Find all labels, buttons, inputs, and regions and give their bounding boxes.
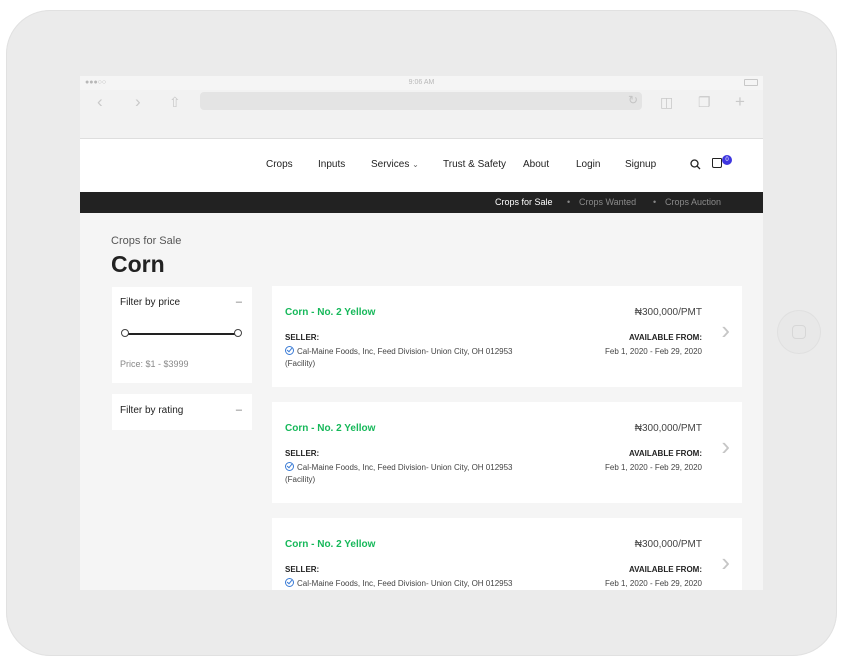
tabs-icon[interactable]: ❐ [698, 92, 711, 112]
listing-card[interactable]: Corn - No. 2 Yellow ₦300,000/PMT SELLER:… [272, 518, 742, 590]
nav-about[interactable]: About [523, 159, 549, 170]
battery-icon [744, 79, 758, 86]
available-label: AVAILABLE FROM: [628, 333, 702, 342]
back-icon[interactable]: ‹ [97, 92, 103, 112]
site-header: Crops Inputs Services ⌄ Trust & Safety A… [80, 139, 763, 192]
subnav-crops-for-sale[interactable]: Crops for Sale [495, 197, 553, 207]
collapse-icon[interactable]: – [236, 296, 242, 308]
reader-icon[interactable]: ◫ [660, 92, 673, 112]
verified-check-icon [285, 462, 294, 471]
seller-label: SELLER: [285, 449, 320, 458]
price-slider-min-handle[interactable] [121, 329, 129, 337]
chevron-right-icon[interactable]: › [721, 547, 730, 578]
chevron-right-icon[interactable]: › [721, 315, 730, 346]
available-dates: Feb 1, 2020 - Feb 29, 2020 [605, 347, 702, 356]
seller-name: Cal-Maine Foods, Inc, Feed Division- Uni… [285, 463, 513, 484]
status-time: 9:06 AM [408, 79, 435, 86]
ios-status-bar: ●●●○○ 9:06 AM [80, 76, 763, 90]
page-title: Corn [111, 251, 165, 277]
listing-card[interactable]: Corn - No. 2 Yellow ₦300,000/PMT SELLER:… [272, 402, 742, 503]
chevron-right-icon[interactable]: › [721, 431, 730, 462]
subnav-separator: • [567, 197, 571, 207]
new-tab-icon[interactable]: + [735, 92, 745, 112]
listing-name[interactable]: Corn - No. 2 Yellow [285, 307, 375, 318]
seller-info: Cal-Maine Foods, Inc, Feed Division- Uni… [285, 462, 535, 486]
available-label: AVAILABLE FROM: [628, 449, 702, 458]
subnav-crops-wanted[interactable]: Crops Wanted [579, 197, 636, 207]
breadcrumb[interactable]: Crops for Sale [111, 235, 181, 247]
seller-info: Cal-Maine Foods, Inc, Feed Division- Uni… [285, 578, 535, 590]
verified-check-icon [285, 346, 294, 355]
cart-count-badge: 0 [722, 155, 732, 165]
search-icon[interactable] [690, 159, 701, 170]
available-dates: Feb 1, 2020 - Feb 29, 2020 [605, 463, 702, 472]
price-range-label: Price: $1 - $3999 [120, 359, 189, 369]
listing-name[interactable]: Corn - No. 2 Yellow [285, 423, 375, 434]
seller-name: Cal-Maine Foods, Inc, Feed Division- Uni… [297, 579, 513, 588]
filter-rating-panel: Filter by rating – [112, 394, 252, 430]
listing-price: ₦300,000/PMT [634, 423, 702, 434]
seller-label: SELLER: [285, 565, 320, 574]
available-dates: Feb 1, 2020 - Feb 29, 2020 [605, 579, 702, 588]
nav-services[interactable]: Services ⌄ [371, 159, 419, 170]
subnav-crops-auction[interactable]: Crops Auction [665, 197, 721, 207]
chevron-down-icon: ⌄ [412, 160, 419, 169]
collapse-icon[interactable]: – [236, 404, 242, 416]
home-button[interactable] [778, 311, 820, 353]
listing-price: ₦300,000/PMT [634, 539, 702, 550]
home-button-icon [792, 325, 806, 339]
nav-login[interactable]: Login [576, 159, 600, 170]
nav-services-label: Services [371, 159, 410, 170]
browser-toolbar: ‹ › ⇧ ↻ ◫ ❐ + [80, 90, 763, 139]
seller-name: Cal-Maine Foods, Inc, Feed Division- Uni… [285, 347, 513, 368]
nav-trust-safety[interactable]: Trust & Safety [443, 159, 506, 170]
cart-icon[interactable] [712, 158, 722, 168]
reload-icon[interactable]: ↻ [628, 93, 638, 107]
seller-label: SELLER: [285, 333, 320, 342]
nav-crops[interactable]: Crops [266, 159, 293, 170]
nav-signup[interactable]: Signup [625, 159, 656, 170]
available-label: AVAILABLE FROM: [628, 565, 702, 574]
listing-name[interactable]: Corn - No. 2 Yellow [285, 539, 375, 550]
verified-check-icon [285, 578, 294, 587]
nav-inputs[interactable]: Inputs [318, 159, 345, 170]
subnav-bar: Crops for Sale • Crops Wanted • Crops Au… [80, 192, 763, 213]
share-icon[interactable]: ⇧ [169, 92, 181, 112]
seller-info: Cal-Maine Foods, Inc, Feed Division- Uni… [285, 346, 535, 370]
listing-price: ₦300,000/PMT [634, 307, 702, 318]
filter-rating-title[interactable]: Filter by rating [120, 405, 183, 416]
subnav-separator: • [653, 197, 657, 207]
address-bar[interactable]: ↻ [200, 92, 642, 110]
tablet-screen: ●●●○○ 9:06 AM ‹ › ⇧ ↻ ◫ ❐ + Crops Inputs… [80, 76, 763, 590]
filter-price-title[interactable]: Filter by price [120, 297, 180, 308]
filter-price-panel: Filter by price – Price: $1 - $3999 [112, 287, 252, 383]
price-slider-max-handle[interactable] [234, 329, 242, 337]
listing-card[interactable]: Corn - No. 2 Yellow ₦300,000/PMT SELLER:… [272, 286, 742, 387]
forward-icon[interactable]: › [135, 92, 141, 112]
price-slider-track[interactable] [124, 333, 237, 335]
